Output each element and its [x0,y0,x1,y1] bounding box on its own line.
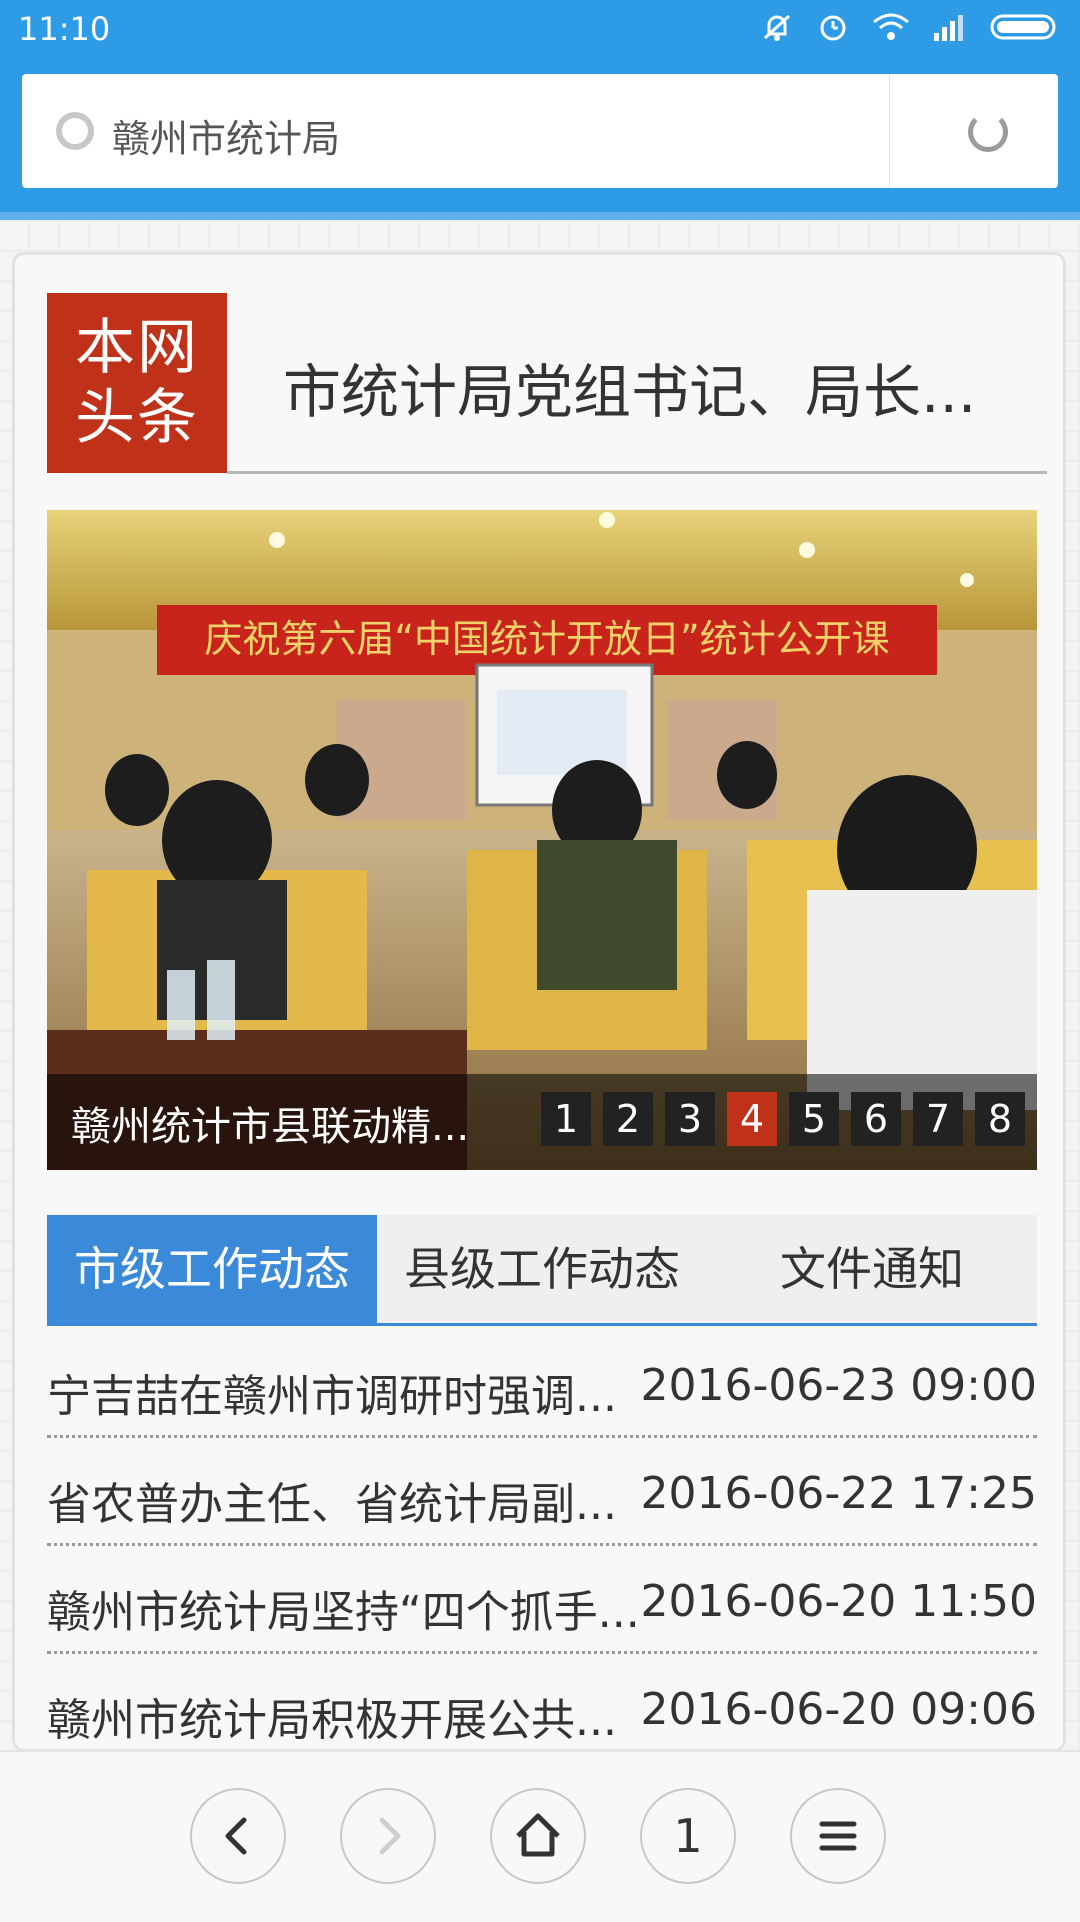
news-title[interactable]: 赣州市统计局坚持“四个抓手... [47,1576,637,1640]
home-icon [516,1813,560,1857]
battery-icon [990,12,1060,46]
news-date: 2016-06-22 17:25 [640,1468,1038,1519]
reload-icon[interactable] [968,112,1008,152]
slide-page-button[interactable]: 5 [789,1092,839,1146]
slide-page-button[interactable]: 1 [541,1092,591,1146]
forward-button[interactable] [340,1788,436,1884]
slide-page-button[interactable]: 7 [913,1092,963,1146]
list-item[interactable]: 赣州市统计局积极开展公共... 2016-06-20 09:06 [47,1654,1037,1762]
slide-page-button[interactable]: 2 [603,1092,653,1146]
browser-toolbar: 赣州市统计局 [0,60,1080,220]
chevron-right-icon [379,1817,401,1855]
page-content: 本网 头条 市统计局党组书记、局长... 庆祝第六届“中国统计开放日”统计公开课… [0,220,1080,1752]
list-item[interactable]: 省农普办主任、省统计局副... 2016-06-22 17:25 [47,1438,1037,1546]
slide-caption[interactable]: 赣州统计市县联动精... [71,1094,469,1152]
wifi-icon [872,12,910,46]
menu-button[interactable] [790,1788,886,1884]
list-item[interactable]: 赣州市统计局坚持“四个抓手... 2016-06-20 11:50 [47,1546,1037,1654]
slide-photo: 庆祝第六届“中国统计开放日”统计公开课 [47,510,1037,1170]
slide-banner-text: 庆祝第六届“中国统计开放日”统计公开课 [204,617,889,661]
status-time: 11:10 [18,10,111,48]
news-title[interactable]: 省农普办主任、省统计局副... [47,1468,637,1532]
news-title[interactable]: 宁吉喆在赣州市调研时强调... [47,1360,637,1424]
photo-slideshow[interactable]: 庆祝第六届“中国统计开放日”统计公开课 赣州统计市县联动精... 1 2 3 4… [47,510,1037,1170]
headline-badge-line: 头条 [75,383,199,453]
back-button[interactable] [190,1788,286,1884]
home-button[interactable] [490,1788,586,1884]
tab-documents[interactable]: 文件通知 [707,1215,1037,1323]
list-item[interactable]: 宁吉喆在赣州市调研时强调... 2016-06-23 09:00 [47,1330,1037,1438]
hamburger-menu-icon [819,1821,857,1851]
alarm-icon [816,10,850,48]
tabs-button[interactable]: 1 [640,1788,736,1884]
news-title[interactable]: 赣州市统计局积极开展公共... [47,1684,637,1748]
address-bar[interactable]: 赣州市统计局 [22,74,1058,188]
status-icons [760,10,1060,48]
slide-page-button-active[interactable]: 4 [727,1092,777,1146]
headline-divider [227,471,1047,474]
tab-city-news[interactable]: 市级工作动态 [47,1215,377,1323]
address-divider [889,74,890,188]
news-tabs: 市级工作动态 县级工作动态 文件通知 [47,1215,1037,1326]
toolbar-divider [0,212,1080,220]
headline-badge-line: 本网 [75,313,199,383]
news-card: 本网 头条 市统计局党组书记、局长... 庆祝第六届“中国统计开放日”统计公开课… [12,252,1066,1752]
status-bar: 11:10 [0,0,1080,60]
slide-page-button[interactable]: 3 [665,1092,715,1146]
headline-title[interactable]: 市统计局党组书记、局长... [283,345,1003,429]
headline-badge: 本网 头条 [47,293,227,473]
news-date: 2016-06-20 09:06 [640,1684,1038,1735]
slide-pager: 1 2 3 4 5 6 7 8 [541,1092,1025,1146]
tab-county-news[interactable]: 县级工作动态 [377,1215,707,1323]
chevron-left-icon [225,1817,247,1855]
bell-mute-icon [760,10,794,48]
news-date: 2016-06-20 11:50 [640,1576,1038,1627]
news-list: 宁吉喆在赣州市调研时强调... 2016-06-23 09:00 省农普办主任、… [47,1330,1037,1762]
slide-page-button[interactable]: 6 [851,1092,901,1146]
news-date: 2016-06-23 09:00 [640,1360,1038,1411]
address-text[interactable]: 赣州市统计局 [112,108,340,163]
slide-caption-bar: 赣州统计市县联动精... 1 2 3 4 5 6 7 8 [47,1074,1037,1170]
browser-bottom-nav: 1 [0,1750,1080,1922]
slide-page-button[interactable]: 8 [975,1092,1025,1146]
site-favicon-icon [56,112,94,150]
signal-icon [932,13,968,45]
